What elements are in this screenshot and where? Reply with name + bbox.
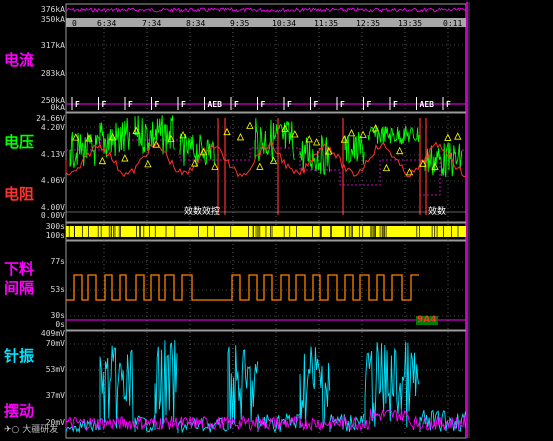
feed-interval-label-line1: 下料 — [4, 260, 35, 278]
current-tick: 0kA — [50, 103, 65, 112]
time-label: 0 — [72, 19, 77, 28]
voltage-label: 电压 — [4, 133, 35, 151]
feed-interval-label-line2: 间隔 — [4, 279, 35, 297]
current-series-line — [65, 7, 466, 13]
feed-event-marker — [382, 163, 391, 172]
time-label: 6:34 — [97, 19, 117, 28]
watermark-logo: ✈○ 大疆研发 — [4, 425, 58, 436]
vibration-tick: 37mV — [45, 391, 65, 400]
event-marker-label: F — [234, 100, 239, 109]
feed-event-marker — [121, 154, 129, 162]
feed-event-marker — [347, 129, 356, 137]
voltage-series-line — [134, 115, 175, 155]
event-marker-label: AEB — [420, 100, 435, 109]
voltage-tick: 4.20V — [40, 123, 65, 132]
feed-event-marker — [269, 156, 278, 164]
trend-chart-canvas: F F F F F AEB F F F F F F F AEB F — [65, 2, 470, 439]
feed-event-marker — [246, 121, 254, 129]
event-marker-label: F — [128, 100, 133, 109]
bar-tick: 300s — [45, 222, 65, 231]
event-marker-label: F — [102, 100, 107, 109]
trend-monitor-window: F F F F F AEB F F F F F F F AEB F 电流 电压 电阻 下料 间隔 针振 摆动… — [0, 0, 553, 441]
feed-event-marker — [98, 156, 107, 165]
swing-label: 摆动 — [4, 402, 35, 420]
vibration-tick: 53mV — [45, 365, 65, 374]
feed-event-marker — [256, 162, 264, 170]
feed-event-marker — [340, 135, 349, 143]
watermark-mark-icon: ✈○ — [4, 425, 20, 435]
event-marker-label: F — [261, 100, 266, 109]
feed-tick: 30s — [50, 311, 65, 320]
vibration-series-line — [299, 346, 331, 428]
time-label: 0:11 — [443, 19, 463, 28]
time-label: 9:35 — [230, 19, 250, 28]
feed-event-marker — [211, 162, 219, 170]
time-label: 7:34 — [142, 19, 162, 28]
feed-event-marker — [144, 159, 152, 168]
feed-marker-badge: 9A4 — [416, 315, 438, 325]
event-marker-label: F — [155, 100, 160, 109]
time-label: 13:35 — [398, 19, 423, 28]
voltage-tick: 4.13V — [40, 150, 65, 159]
event-marker-label: F — [393, 100, 398, 109]
feed-event-marker — [236, 133, 245, 141]
vibration-tick: 70mV — [45, 339, 65, 348]
vibration-series-line — [154, 340, 178, 430]
time-label: 8:34 — [186, 19, 206, 28]
feed-tick: 53s — [50, 285, 65, 294]
event-marker-label: F — [75, 100, 80, 109]
feed-tick: 0s — [55, 320, 65, 329]
current-tick: 350kA — [40, 15, 65, 24]
feed-tick: 77s — [50, 257, 65, 266]
feed-interval-series-line — [66, 274, 419, 301]
feed-event-marker — [454, 132, 462, 140]
voltage-tick: 24.66V — [36, 114, 65, 123]
time-label: 12:35 — [356, 19, 381, 28]
current-tick: 317kA — [40, 41, 65, 50]
watermark-text: 大疆研发 — [22, 425, 59, 435]
current-tick: 283kA — [40, 69, 65, 78]
event-marker-label: F — [314, 100, 319, 109]
voltage-series-line — [424, 142, 463, 178]
event-marker-label: F — [181, 100, 186, 109]
event-marker-label: F — [367, 100, 372, 109]
voltage-tick: 4.06V — [40, 176, 65, 185]
time-label: 10:34 — [272, 19, 297, 28]
vibration-label: 针振 — [4, 347, 35, 365]
current-tick: 376kA — [40, 5, 65, 14]
feed-event-marker — [444, 133, 452, 141]
event-marker-label: F — [340, 100, 345, 109]
voltage-series-line — [344, 132, 365, 165]
vibration-tick: 409mV — [40, 329, 65, 338]
voltage-tick: 0.00V — [40, 211, 65, 220]
swing-series-line — [65, 408, 466, 432]
current-label: 电流 — [4, 51, 35, 69]
time-label: 11:35 — [314, 19, 339, 28]
control-annotation: 效数效控 — [184, 207, 221, 217]
event-marker-label: AEB — [208, 100, 223, 109]
voltage-series-line — [367, 125, 420, 145]
event-marker-label: F — [446, 100, 451, 109]
feed-event-marker — [395, 146, 404, 155]
feed-event-marker — [291, 130, 299, 138]
resistance-label: 电阻 — [4, 185, 35, 203]
control-annotation: 效数 — [428, 207, 447, 217]
bar-tick: 100s — [45, 231, 65, 240]
event-marker-label: F — [287, 100, 292, 109]
